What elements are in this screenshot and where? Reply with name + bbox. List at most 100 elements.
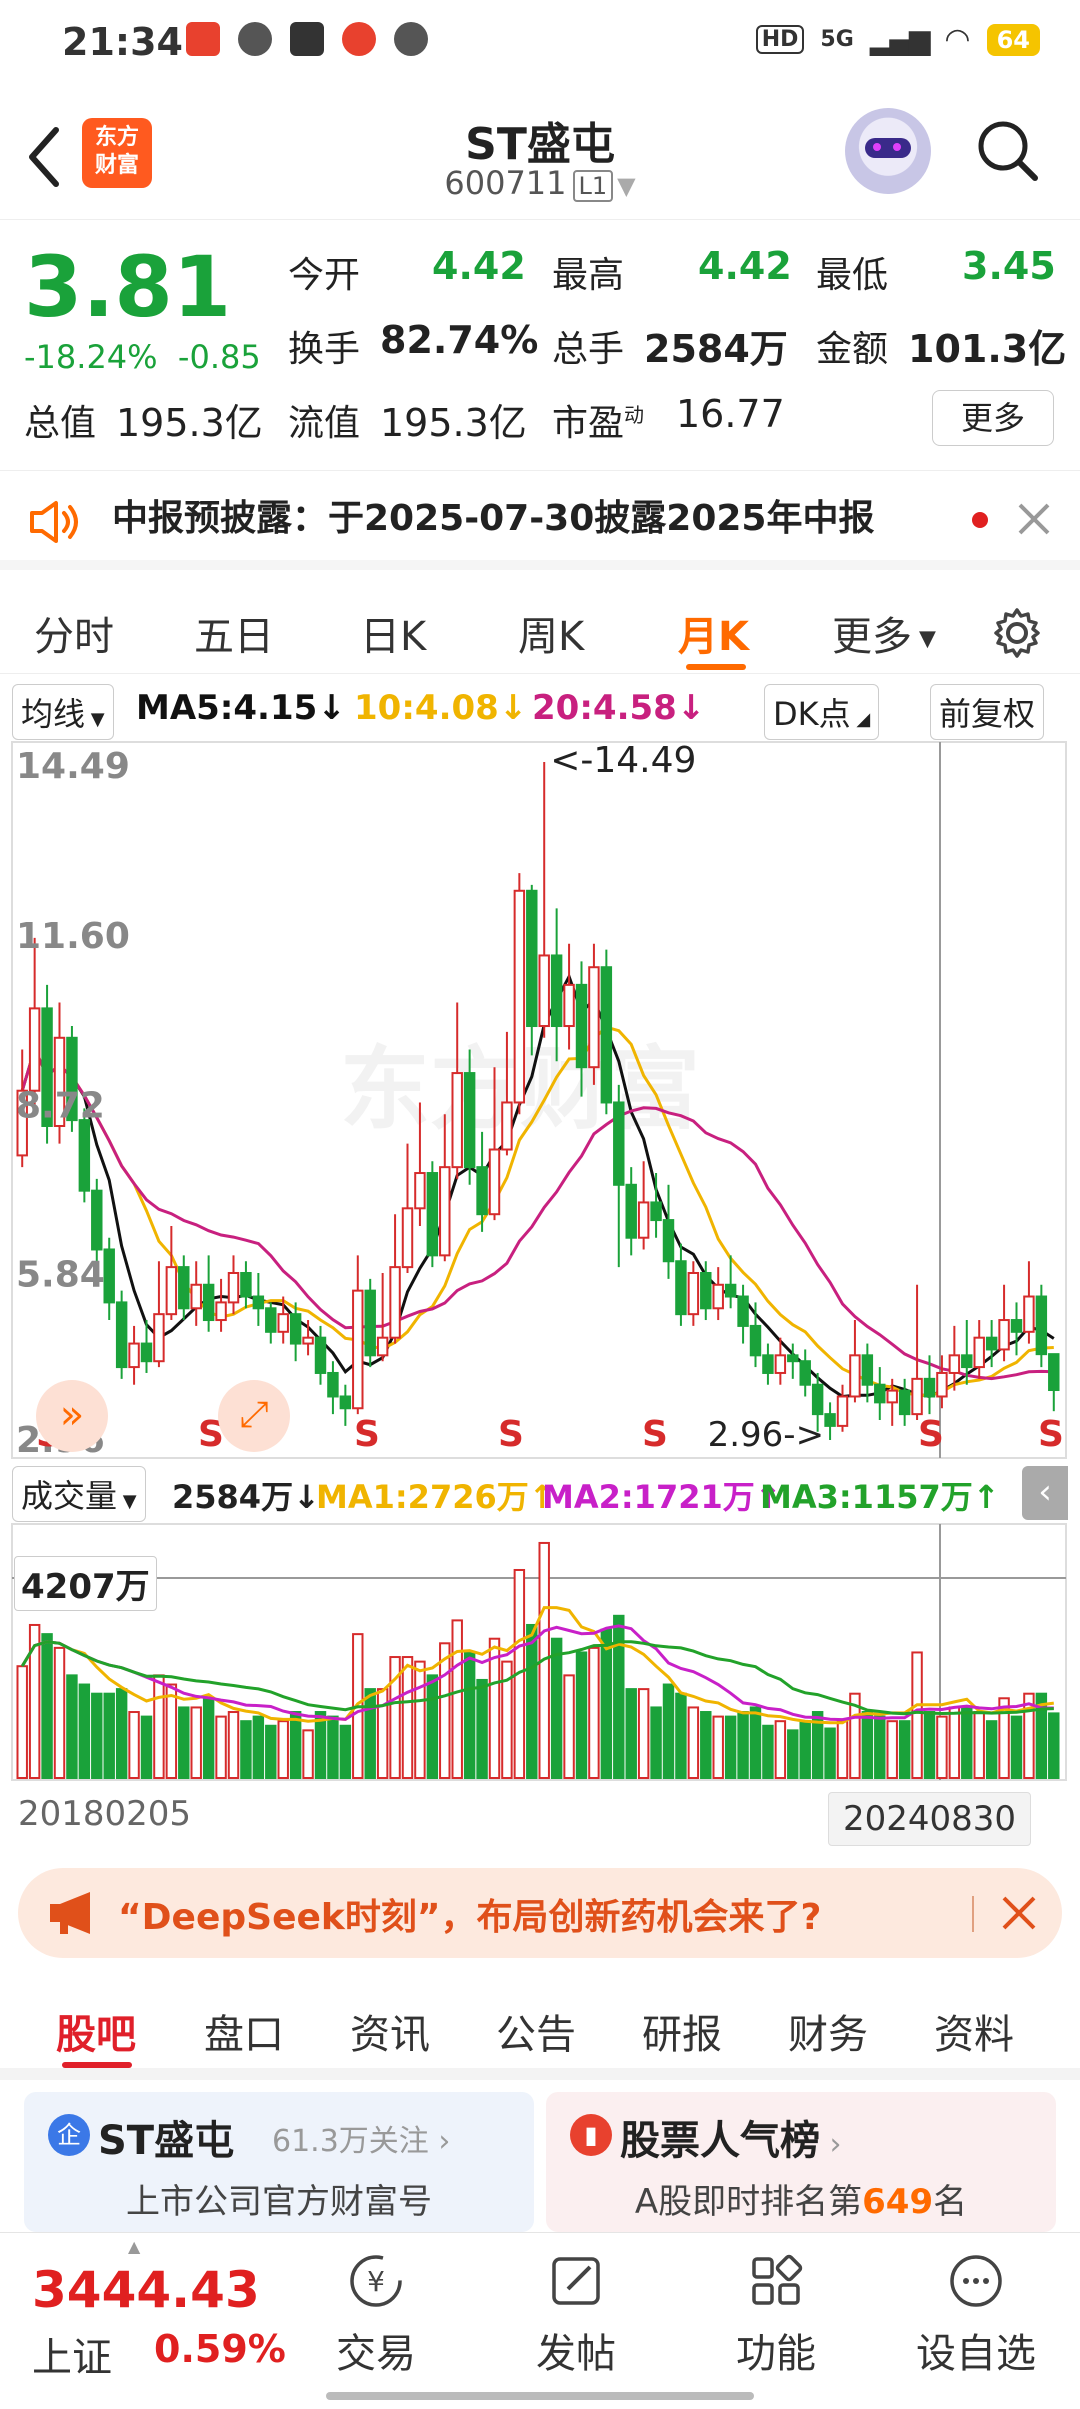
tab-forum[interactable]: 股吧 [56, 2002, 136, 2060]
tab-announcements[interactable]: 公告 [496, 2002, 576, 2060]
candle-body [103, 1248, 115, 1304]
candle-body [314, 1336, 327, 1374]
tab-weekly-k[interactable]: 周K [518, 604, 584, 662]
ma-legend: 均线 ▼ MA5:4.15↓ 10:4.08↓ 20:4.58↓ DK点 ◢ 前… [0, 680, 1080, 740]
kline-chart[interactable]: 东方财富 14.4911.608.725.842.96<-14.492.96->… [0, 740, 1080, 1460]
collapse-panel-button[interactable]: ‹ [1022, 1466, 1068, 1520]
volume-bar [637, 1688, 650, 1780]
period-tabs: 分时 五日 日K 周K 月K 更多 ▼ [0, 582, 1080, 674]
candle-body [1023, 1295, 1035, 1333]
volume-bar [265, 1724, 277, 1779]
cloud-icon [394, 22, 428, 56]
tab-five-day[interactable]: 五日 [194, 604, 274, 662]
tab-news[interactable]: 资讯 [350, 2002, 430, 2060]
tab-monthly-k[interactable]: 月K [678, 604, 749, 662]
market-cap-value: 195.3亿 [116, 401, 263, 445]
quote-panel: 3.81 -18.24% -0.85 今开 4.42 最高 4.42 最低 3.… [0, 226, 1080, 466]
close-icon[interactable] [1016, 501, 1052, 537]
candle-body [190, 1283, 202, 1310]
index-ticker[interactable]: ▲ 3444.43 上证 0.59% [0, 2233, 300, 2409]
volume-bar [936, 1715, 948, 1779]
tab-research[interactable]: 研报 [642, 2002, 722, 2060]
volume-bar [414, 1660, 426, 1779]
tab-more[interactable]: 更多 ▼ [832, 604, 936, 662]
official-account-card[interactable]: 企 ST盛屯 61.3万关注 › 上市公司官方财富号 [24, 2092, 534, 2232]
crosshair-date: 20240830 [828, 1792, 1032, 1846]
dk-point-selector[interactable]: DK点 ◢ [764, 684, 880, 740]
volume-bar [153, 1674, 165, 1780]
tab-profile[interactable]: 资料 [934, 2002, 1014, 2060]
tab-order-book[interactable]: 盘口 [204, 2002, 284, 2060]
volume-bar [861, 1711, 874, 1779]
video-icon [290, 22, 324, 56]
candle-body [861, 1354, 874, 1386]
volume-chart[interactable] [0, 1522, 1080, 1782]
ma-selector[interactable]: 均线 ▼ [12, 684, 114, 740]
popularity-rank-card[interactable]: ▮ 股票人气榜 › A股即时排名第649名 [546, 2092, 1056, 2232]
tab-financials[interactable]: 财务 [788, 2002, 868, 2060]
date-axis: 20180205 20240830 [0, 1790, 1080, 1850]
corner-icon: ◢ [850, 709, 871, 730]
adjust-selector[interactable]: 前复权 [930, 684, 1045, 740]
volume-selector[interactable]: 成交量 ▼ [12, 1466, 146, 1522]
notice-bar[interactable]: 中报预披露：于2025-07-30披露2025年中报 [0, 470, 1080, 570]
ma20-value: 20:4.58↓ [532, 688, 706, 728]
volume-bar [327, 1715, 339, 1779]
nav-trade[interactable]: ¥ 交易 [306, 2251, 446, 2379]
volume-legend: 成交量 ▼ 2584万↓ MA1:2726万↑ MA2:1721万↑ MA3:1… [0, 1462, 1080, 1522]
candle-body [724, 1283, 737, 1298]
last-price: 3.81 [24, 238, 232, 336]
candle-body [302, 1336, 314, 1345]
expand-button[interactable]: » [36, 1380, 108, 1452]
volume-bar [463, 1651, 476, 1779]
candle-body [662, 1219, 675, 1263]
pe-superscript: 动 [624, 403, 645, 427]
volume-bar [91, 1692, 103, 1780]
candle-body [961, 1354, 973, 1369]
volume-bar [1010, 1715, 1023, 1779]
unread-dot [972, 512, 988, 528]
volume-bar [762, 1724, 774, 1779]
caret-down-icon: ▼ [117, 1491, 137, 1512]
candle-body [625, 1183, 637, 1239]
volume-bar [563, 1674, 575, 1780]
candle-body [762, 1354, 774, 1374]
candle-body [936, 1371, 948, 1398]
nav-add-watchlist[interactable]: 设自选 [906, 2251, 1046, 2379]
close-icon[interactable] [1000, 1894, 1038, 1932]
volume-bar [526, 1623, 538, 1779]
open-value: 4.42 [432, 244, 526, 288]
fullscreen-button[interactable]: ⤢ [218, 1380, 290, 1452]
rank-title: 股票人气榜 › [620, 2118, 842, 2164]
assistant-avatar[interactable] [845, 108, 931, 194]
bottom-nav: ▲ 3444.43 上证 0.59% ¥ 交易 发帖 功能 设自选 [0, 2232, 1080, 2408]
candle-body [439, 1166, 451, 1257]
tab-intraday[interactable]: 分时 [34, 604, 114, 662]
index-name: 上证 [32, 2335, 112, 2381]
candle-body [265, 1307, 277, 1333]
candle-body [588, 966, 600, 1069]
nav-post[interactable]: 发帖 [506, 2251, 646, 2379]
search-icon[interactable] [975, 118, 1041, 184]
active-tab-indicator [686, 664, 746, 670]
amount-label: 金额 [816, 329, 889, 370]
volume-bar [625, 1688, 637, 1780]
more-button[interactable]: 更多 [932, 390, 1054, 446]
card-subtitle: 上市公司官方财富号 [126, 2182, 432, 2222]
caret-up-icon: ▲ [128, 2237, 141, 2256]
promo-banner[interactable]: “DeepSeek时刻”，布局创新药机会来了? [18, 1868, 1062, 1958]
turnover-label: 换手 [288, 329, 361, 370]
content-tabs: 股吧 盘口 资讯 公告 研报 财务 资料 [0, 1980, 1080, 2080]
volume-bar [836, 1720, 849, 1779]
candle-body [836, 1395, 849, 1427]
open-label: 今开 [288, 255, 361, 296]
high-marker: <-14.49 [550, 740, 696, 781]
candle-body [513, 889, 526, 1104]
settings-gear-icon[interactable] [990, 606, 1044, 660]
volume-bar [78, 1683, 91, 1780]
signal-icon: ▂▄▆ [869, 23, 931, 56]
change-percent: -18.24% [24, 338, 158, 376]
nav-functions[interactable]: 功能 [706, 2251, 846, 2379]
tab-daily-k[interactable]: 日K [360, 604, 426, 662]
hd-icon: HD [755, 25, 805, 54]
